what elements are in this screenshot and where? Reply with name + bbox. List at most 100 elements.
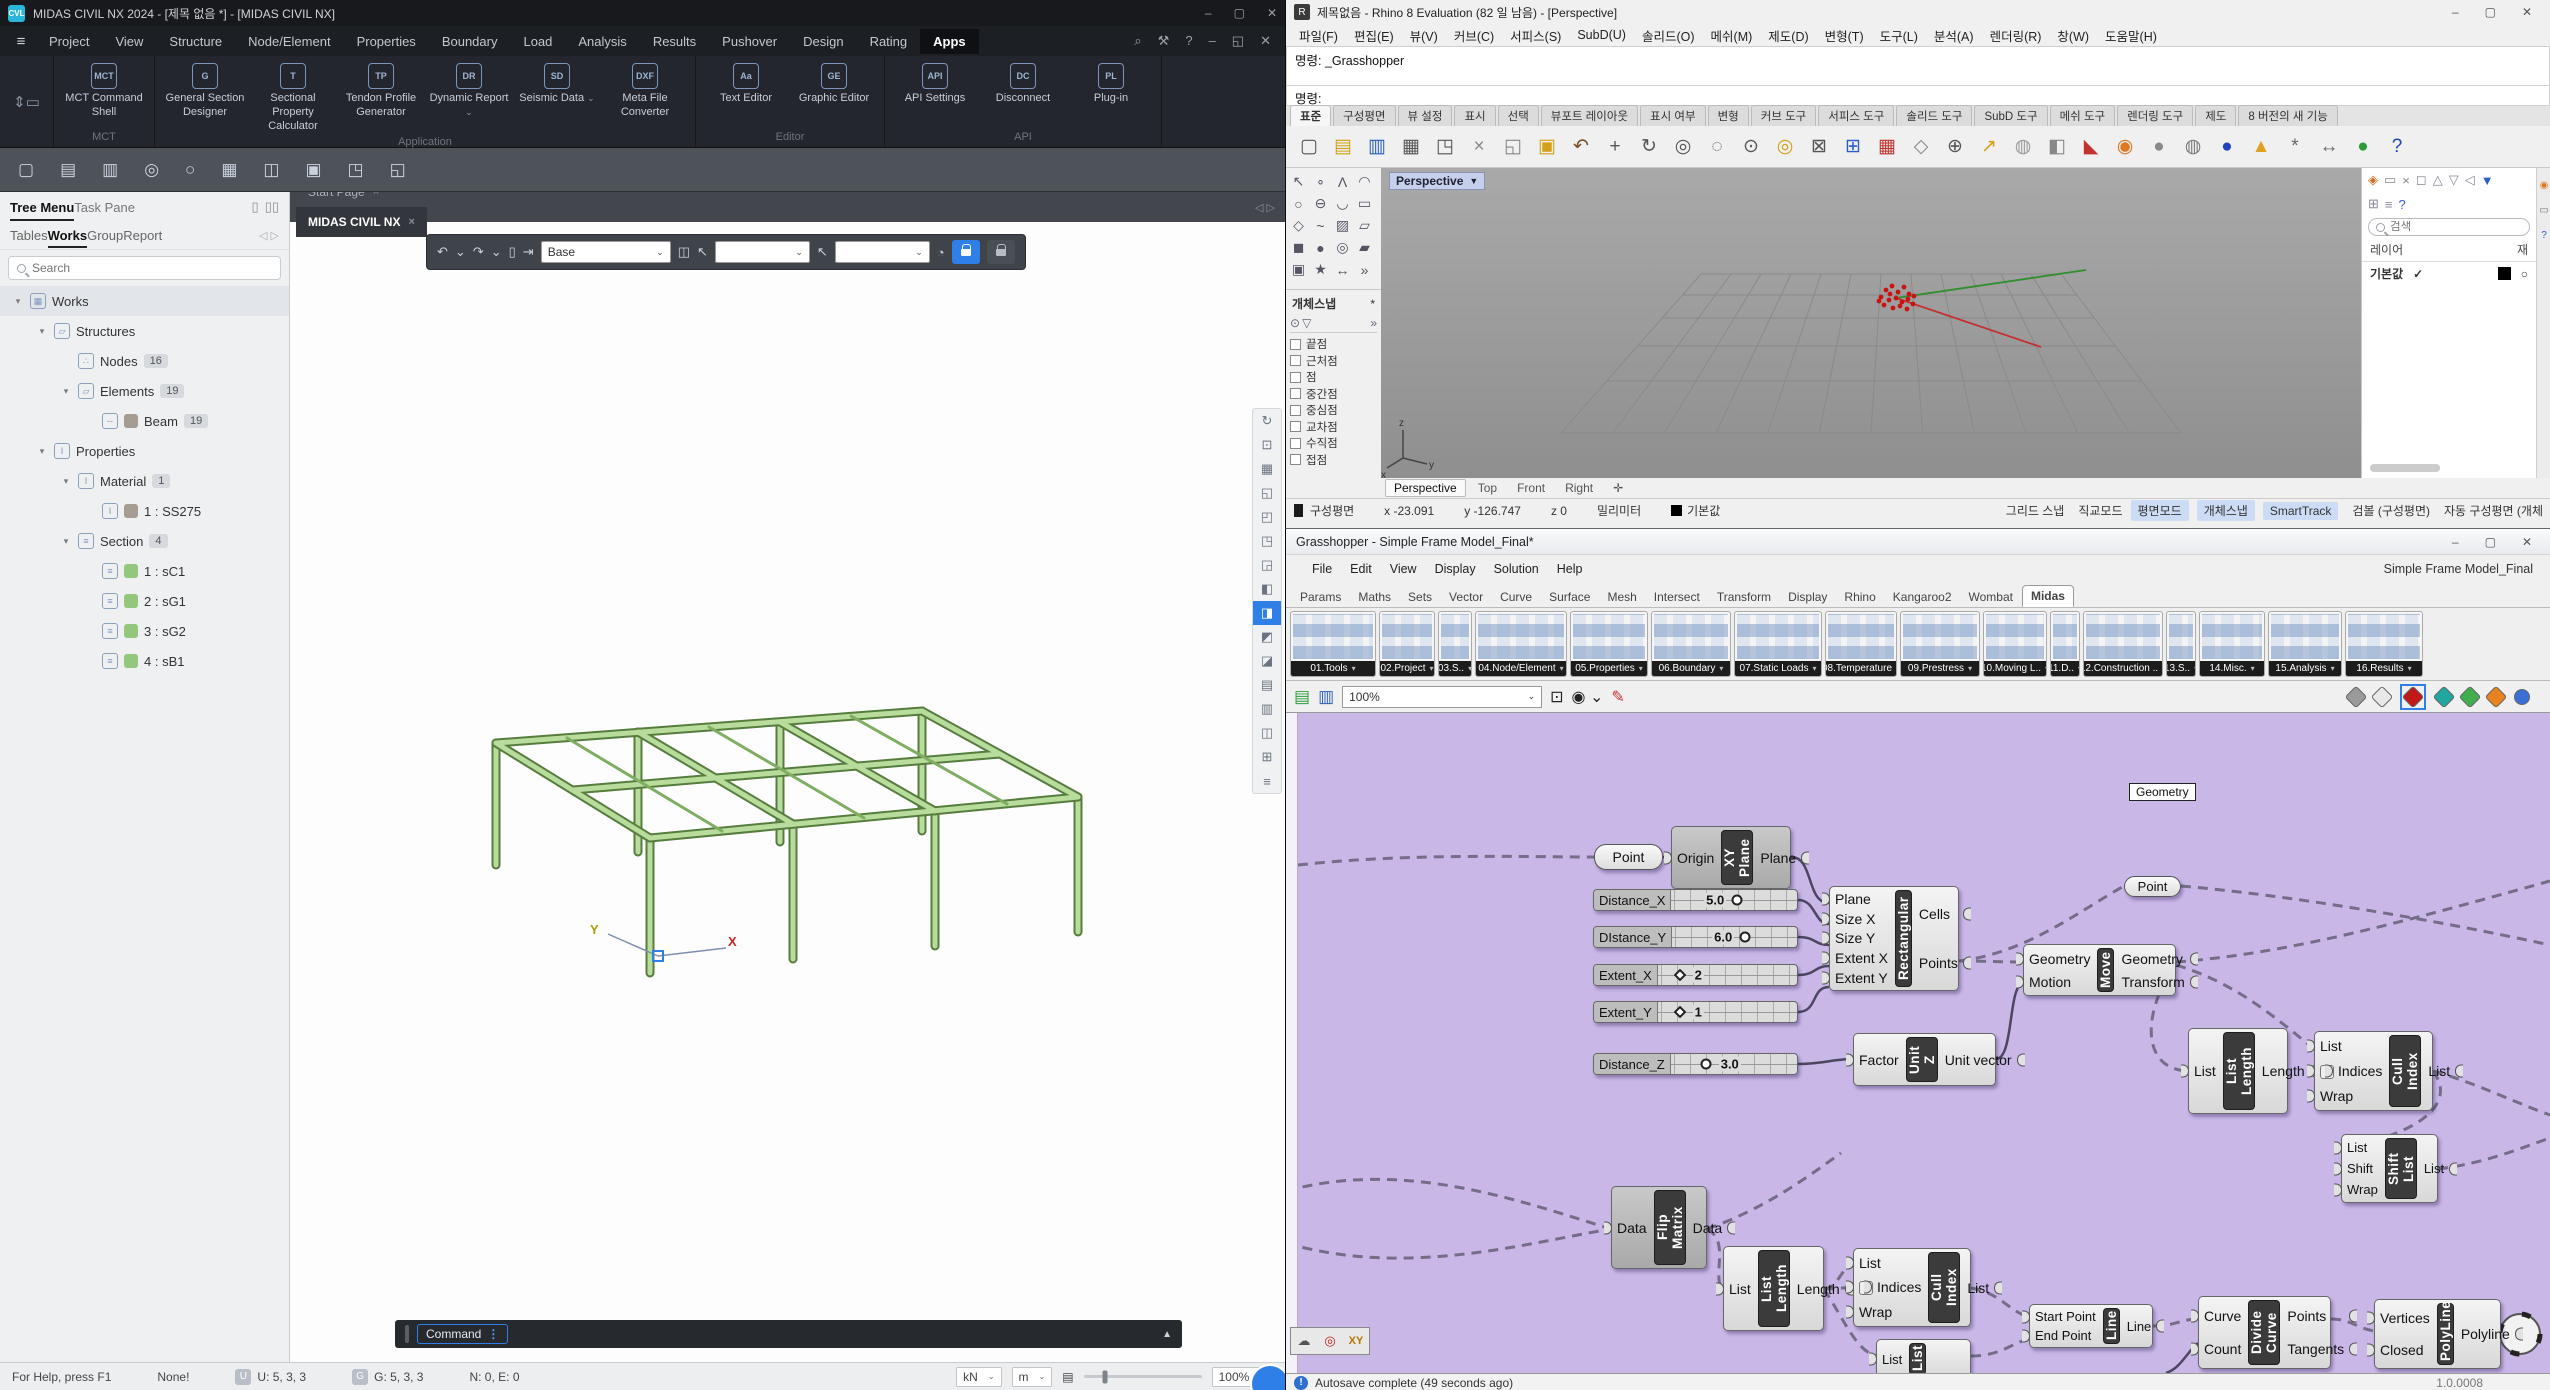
component-icons[interactable] — [2053, 614, 2077, 659]
component-group-label[interactable]: 04.Node/Element — [1476, 661, 1566, 676]
port-in[interactable]: Motion — [2029, 974, 2090, 990]
viewport-tab[interactable]: Top — [1470, 480, 1505, 496]
view-control-icon[interactable]: ▤ — [1253, 673, 1281, 697]
status-item[interactable]: 기본값 — [1671, 502, 1720, 519]
move-down-icon[interactable]: ▽ — [2449, 172, 2459, 188]
port-out[interactable]: Line — [2127, 1319, 2152, 1334]
ribbon-close-icon[interactable]: ✕ — [1260, 33, 1271, 49]
gh-node-flip-matrix[interactable]: Data Flip Matrix Data — [1611, 1186, 1707, 1269]
gh-slider-distance-z[interactable]: Distance_Z 3.0 — [1593, 1053, 1798, 1075]
toolbar-icon[interactable]: ● — [2144, 132, 2174, 162]
tool-icon[interactable]: ▰ — [1354, 237, 1375, 258]
unit-settings-icon[interactable]: ▤ — [1062, 1370, 1073, 1384]
minimize-button[interactable]: – — [2452, 5, 2459, 19]
h-scrollbar[interactable] — [2370, 464, 2440, 472]
close-button[interactable]: ✕ — [2522, 5, 2532, 19]
force-unit-select[interactable]: kN⌄ — [956, 1367, 1001, 1387]
close-button[interactable]: ✕ — [2522, 535, 2532, 549]
cloud-icon[interactable]: ☁ — [1291, 1328, 1317, 1354]
tree-expand-arrow[interactable]: ▾ — [12, 296, 24, 307]
tree-expand-arrow[interactable]: ▾ — [36, 326, 48, 337]
tool-icon[interactable]: ↖ — [1288, 171, 1309, 192]
quickbar-icon[interactable]: ▤ — [60, 160, 76, 180]
maximize-button[interactable]: ▢ — [2485, 5, 2496, 19]
slider-grip[interactable] — [1674, 969, 1687, 982]
tool-icon[interactable]: ∘ — [1310, 171, 1331, 192]
toolbar-icon[interactable]: ◧ — [2042, 132, 2072, 162]
component-icons[interactable] — [2169, 614, 2193, 659]
category-tab[interactable]: Kangaroo2 — [1885, 587, 1960, 607]
quickbar-icon[interactable]: ▢ — [18, 160, 34, 180]
tool-icon[interactable]: Λ — [1332, 171, 1353, 192]
category-tab[interactable]: Midas — [2022, 585, 2074, 607]
category-tab[interactable]: Params — [1292, 587, 1349, 607]
port-out[interactable]: List — [2428, 1063, 2450, 1079]
tree-row[interactable]: ▾ ▱ Elements 19 — [0, 376, 289, 406]
menu-item[interactable]: Display — [1426, 560, 1485, 578]
minimize-button[interactable]: – — [2452, 535, 2459, 549]
component-icons[interactable] — [1441, 614, 1469, 659]
status-toggle[interactable]: 평면모드 — [2131, 500, 2189, 521]
tree-row[interactable]: ▾ ▱ Structures — [0, 316, 289, 346]
port-in[interactable]: List — [2347, 1140, 2378, 1155]
tool-icon[interactable]: ◇ — [1288, 215, 1309, 236]
osnap-checkbox-row[interactable]: 수직점 — [1290, 435, 1377, 452]
osnap-checkbox-row[interactable]: 접점 — [1290, 452, 1377, 469]
tree-row[interactable]: ▾ ≡ Section 4 — [0, 526, 289, 556]
gh-node-xy-plane[interactable]: Origin XY Plane Plane — [1671, 826, 1791, 889]
component-group-label[interactable]: 09.Prestress — [1901, 661, 1979, 676]
toolbar-tab[interactable]: 렌더링 도구 — [2117, 105, 2193, 126]
slider-track[interactable]: 5.0 — [1671, 890, 1797, 910]
component-group[interactable]: 14.Misc. — [2199, 611, 2265, 677]
component-group-label[interactable]: 08.Temperature — [1826, 661, 1896, 676]
toolbar-icon[interactable]: ◳ — [1430, 132, 1460, 162]
tree-row[interactable]: ≡ 4 : sB1 — [0, 646, 289, 676]
ribbon-minimize-icon[interactable]: – — [1209, 33, 1216, 49]
panel-subtab[interactable]: Group — [87, 228, 123, 243]
port-in[interactable]: Data — [1617, 1220, 1647, 1236]
gh-slider-distance-x[interactable]: Distance_X 5.0 — [1593, 889, 1798, 911]
tool-icon[interactable]: ↔ — [1332, 259, 1353, 280]
quickbar-icon[interactable]: ○ — [185, 160, 195, 180]
color-panel-icon[interactable]: ◉ — [2540, 180, 2549, 191]
command-bar[interactable]: Command⋮ ▲ — [395, 1320, 1182, 1348]
panel-subtab[interactable]: Report — [123, 228, 162, 243]
panel-layout-icon[interactable]: ▯ — [252, 199, 259, 215]
component-icons[interactable] — [1382, 614, 1432, 659]
port-out[interactable]: Length — [1797, 1281, 1840, 1297]
checkbox[interactable] — [1290, 421, 1301, 432]
tool-icon[interactable]: ◎ — [1332, 237, 1353, 258]
gh-titlebar[interactable]: Grasshopper - Simple Frame Model_Final* … — [1286, 529, 2550, 555]
view-control-icon[interactable]: ⊡ — [1253, 433, 1281, 457]
view-control-icon[interactable]: ◧ — [1253, 577, 1281, 601]
rhino-titlebar[interactable]: R 제목없음 - Rhino 8 Evaluation (82 일 남음) - … — [1286, 0, 2550, 24]
tab-nav-arrows[interactable]: ◁ ▷ — [1255, 201, 1285, 214]
slider-grip[interactable] — [1739, 932, 1750, 943]
status-item[interactable]: x -23.091 — [1384, 504, 1434, 518]
midas-viewport[interactable]: Start Page× MIDAS CIVIL NX× ◁ ▷ ↶⌄ ↷⌄ ▯ … — [290, 192, 1285, 1362]
port-in[interactable]: Size X — [1835, 911, 1888, 927]
status-toggle[interactable]: 개체스냅 — [2197, 500, 2255, 521]
osnap-checkbox-row[interactable]: 중심점 — [1290, 402, 1377, 419]
status-toggle[interactable]: 검볼 (구성평면) — [2352, 502, 2430, 519]
ribbon-button[interactable]: DC Disconnect — [979, 60, 1067, 128]
slider-track[interactable]: 3.0 — [1671, 1054, 1797, 1074]
toolbar-icon[interactable]: ⊕ — [1940, 132, 1970, 162]
component-icons[interactable] — [2086, 614, 2160, 659]
view-control-icon[interactable]: ◫ — [1253, 721, 1281, 745]
toolbar-icon[interactable]: ◉ — [2110, 132, 2140, 162]
port-out[interactable]: Points — [2287, 1308, 2344, 1324]
view-control-icon[interactable]: ◰ — [1253, 505, 1281, 529]
menu-item[interactable]: 뷰(V) — [1403, 24, 1445, 47]
category-tab[interactable]: Surface — [1541, 587, 1598, 607]
ribbon-button[interactable]: T Sectional Property Calculator — [249, 60, 337, 133]
tree-row[interactable]: ▾ ▦ Works — [0, 286, 289, 316]
tool-icon[interactable]: ▣ — [1288, 259, 1309, 280]
component-icons[interactable] — [1293, 614, 1373, 659]
panel-tab[interactable]: Tree Menu — [10, 200, 74, 221]
port-in[interactable]: Size Y — [1835, 930, 1888, 946]
toolbar-icon[interactable]: ▥ — [1362, 132, 1392, 162]
component-group-label[interactable]: 06.Boundary — [1652, 661, 1730, 676]
ribbon-pin-icon[interactable]: ⇕▭ — [0, 56, 54, 147]
menu-item[interactable]: 분석(A) — [1927, 24, 1981, 47]
